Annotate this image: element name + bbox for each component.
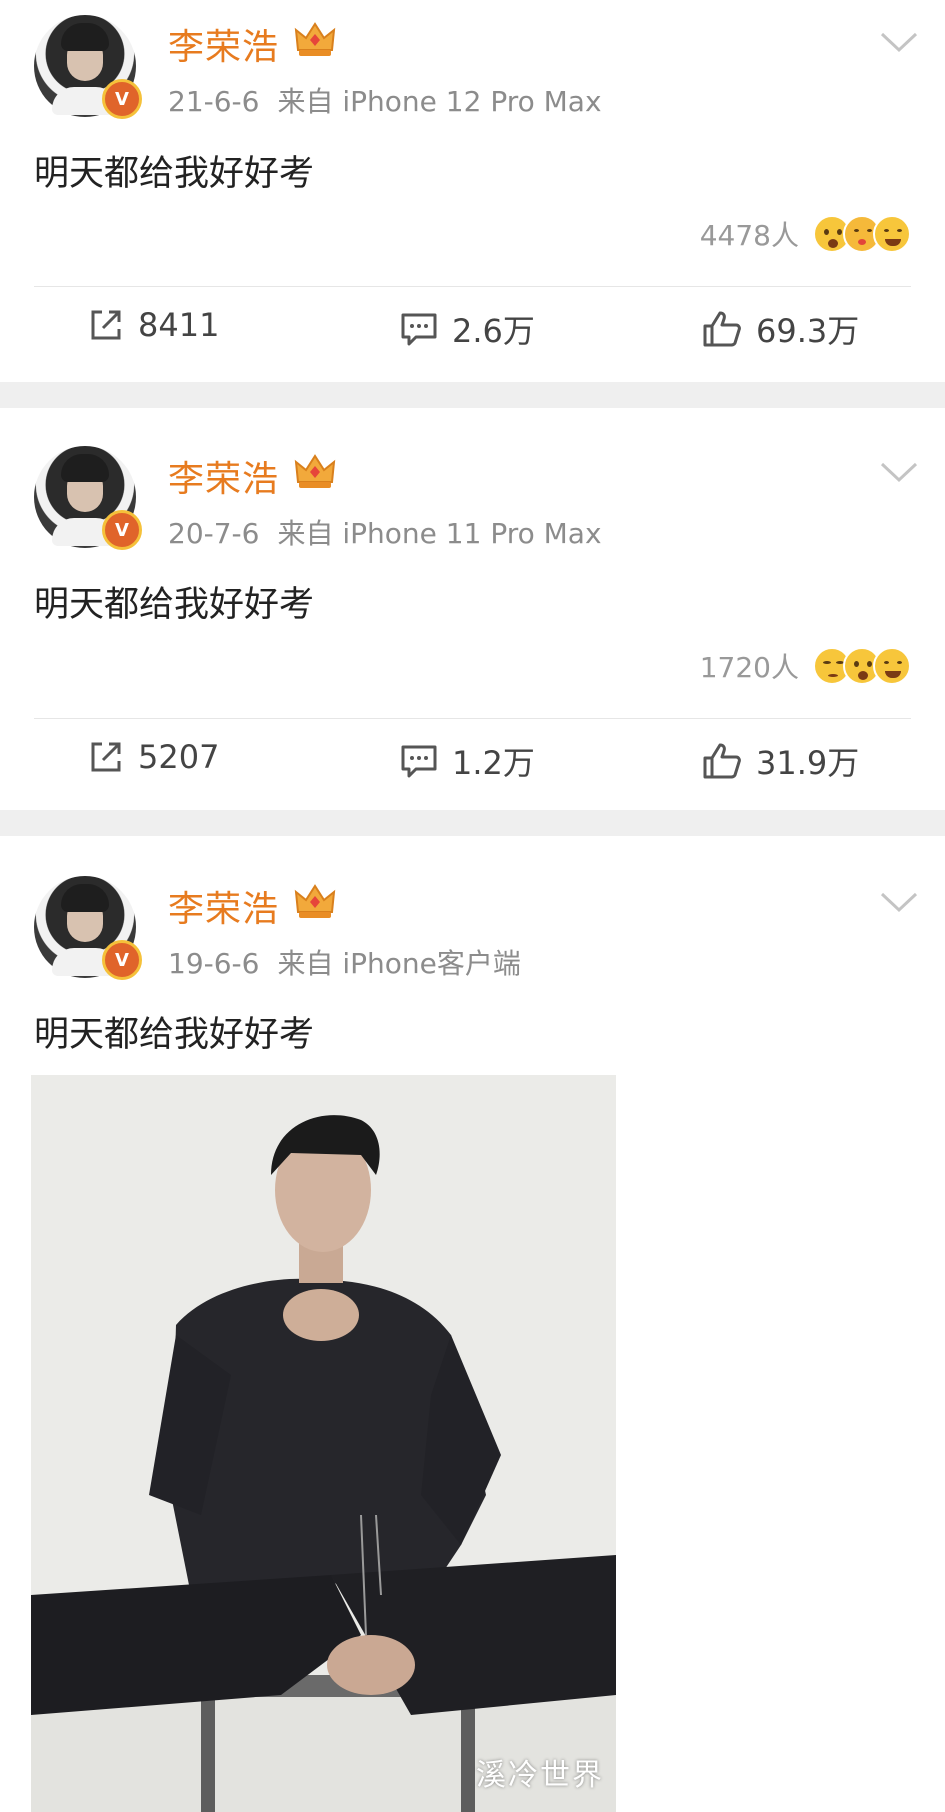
repost-count: 8411	[138, 306, 220, 344]
post-text: 明天都给我好好考	[34, 585, 315, 625]
repost-button[interactable]: 5207	[88, 738, 219, 776]
like-icon	[703, 311, 741, 347]
chevron-down-icon[interactable]	[879, 890, 919, 914]
chevron-down-icon[interactable]	[879, 460, 919, 484]
comment-button[interactable]: 1.2万	[400, 738, 535, 784]
like-button[interactable]: 69.3万	[702, 306, 859, 352]
reaction-summary[interactable]: 4478人	[700, 214, 911, 254]
chevron-down-icon[interactable]	[879, 30, 919, 54]
author-name[interactable]: 李荣浩	[168, 450, 279, 502]
weibo-post-2: V 李荣浩 20-7-6 来自 iPhone 11 Pro Max 明天都给我好好…	[0, 408, 945, 810]
avatar[interactable]: V	[34, 876, 142, 980]
laugh-emoji-icon	[873, 647, 911, 685]
post-text: 明天都给我好好考	[34, 1015, 315, 1055]
like-count: 31.9万	[756, 744, 860, 782]
verified-badge-icon: V	[102, 940, 142, 980]
post-meta: 19-6-6 来自 iPhone客户端	[168, 942, 521, 982]
watermark-text: 溪冷世界	[476, 1758, 604, 1793]
comment-count: 2.6万	[452, 312, 535, 350]
post-text: 明天都给我好好考	[34, 154, 315, 194]
weibo-post-1: V 李荣浩 21-6-6 来自 iPhone 12 Pro Max 明天都给我好好…	[0, 0, 945, 382]
avatar[interactable]: V	[34, 446, 142, 550]
post-separator	[0, 382, 945, 408]
comment-button[interactable]: 2.6万	[400, 306, 535, 352]
reaction-count: 4478人	[699, 219, 799, 252]
post-date: 20-7-6	[168, 517, 260, 550]
reaction-count: 1720人	[699, 651, 799, 684]
verified-badge-icon: V	[102, 510, 142, 550]
author-name[interactable]: 李荣浩	[168, 880, 279, 932]
divider	[34, 286, 911, 287]
divider	[34, 718, 911, 719]
like-icon	[703, 743, 741, 779]
man-seated-portrait-image	[31, 1075, 616, 1812]
post-source: 来自 iPhone客户端	[277, 947, 521, 980]
post-date: 19-6-6	[168, 947, 260, 980]
crown-icon	[294, 454, 336, 488]
post-photo[interactable]: 溪冷世界	[31, 1075, 616, 1812]
repost-button[interactable]: 8411	[88, 306, 219, 344]
like-button[interactable]: 31.9万	[702, 738, 859, 784]
post-source: 来自 iPhone 12 Pro Max	[277, 85, 602, 118]
repost-icon	[91, 742, 121, 772]
repost-icon	[91, 310, 121, 340]
author-name[interactable]: 李荣浩	[168, 18, 279, 70]
repost-count: 5207	[138, 738, 220, 776]
crown-icon	[294, 22, 336, 56]
reaction-summary[interactable]: 1720人	[700, 646, 911, 686]
post-date: 21-6-6	[168, 85, 260, 118]
crown-icon	[294, 884, 336, 918]
post-meta: 21-6-6 来自 iPhone 12 Pro Max	[168, 80, 602, 120]
post-source: 来自 iPhone 11 Pro Max	[277, 517, 602, 550]
verified-badge-icon: V	[102, 79, 142, 119]
like-count: 69.3万	[756, 312, 860, 350]
comment-icon	[401, 313, 437, 346]
comment-icon	[401, 745, 437, 778]
avatar[interactable]: V	[34, 15, 142, 119]
comment-count: 1.2万	[452, 744, 535, 782]
post-separator	[0, 810, 945, 836]
laugh-emoji-icon	[873, 215, 911, 253]
post-meta: 20-7-6 来自 iPhone 11 Pro Max	[168, 512, 602, 552]
